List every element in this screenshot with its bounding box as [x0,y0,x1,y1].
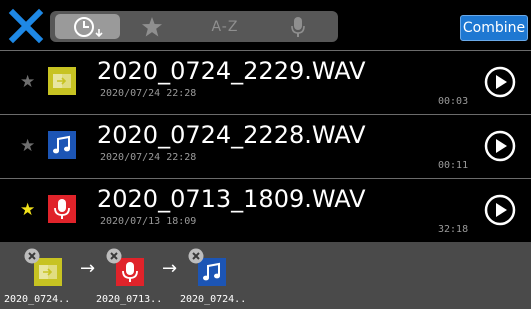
remove-icon[interactable] [24,248,40,264]
tray-item[interactable] [188,248,228,288]
tab-sort-by-date[interactable] [55,14,120,39]
file-row[interactable]: ★ 2020_0724_2229.WAV 2020/07/24 22:28 00… [0,50,531,114]
combine-tray: → → 2020_0724.. 2020_0713.. 2020_0724.. [0,242,531,309]
file-duration: 32:18 [438,224,469,235]
sort-tabs: A-Z [50,11,338,42]
file-duration: 00:03 [438,96,469,107]
combine-button-label: Combine [462,20,526,36]
tray-item-label: 2020_0713.. [96,294,163,305]
file-name: 2020_0724_2229.WAV [97,57,366,85]
star-icon [142,16,162,36]
tab-sort-recorder[interactable] [280,11,316,42]
tray-item-label: 2020_0724.. [4,294,71,305]
microphone-icon [48,195,76,223]
tray-item[interactable] [106,248,146,288]
favorite-star-icon[interactable]: ★ [20,202,35,219]
play-icon[interactable] [484,130,516,162]
file-date: 2020/07/24 22:28 [100,152,197,163]
tab-sort-az[interactable]: A-Z [200,11,250,42]
play-icon[interactable] [484,66,516,98]
arrow-right-icon: → [80,258,96,279]
file-duration: 00:11 [438,160,469,171]
file-row[interactable]: ★ 2020_0713_1809.WAV 2020/07/13 18:09 32… [0,178,531,242]
close-button[interactable] [8,8,44,44]
file-row[interactable]: ★ 2020_0724_2228.WAV 2020/07/24 22:28 00… [0,114,531,178]
microphone-icon [291,16,305,37]
favorite-star-icon[interactable]: ★ [20,138,35,155]
file-name: 2020_0713_1809.WAV [97,185,366,213]
play-icon[interactable] [484,194,516,226]
tray-item-label: 2020_0724.. [180,294,247,305]
combine-button[interactable]: Combine [460,15,528,41]
clock-sort-icon [73,16,103,37]
header: A-Z Combine [0,0,531,50]
tab-sort-az-label: A-Z [211,18,239,35]
close-icon [8,8,44,44]
remove-icon[interactable] [188,248,204,264]
remove-icon[interactable] [106,248,122,264]
arrow-right-icon: → [162,258,178,279]
file-date: 2020/07/24 22:28 [100,88,197,99]
tray-item[interactable] [24,248,64,288]
file-date: 2020/07/13 18:09 [100,216,197,227]
file-name: 2020_0724_2228.WAV [97,121,366,149]
tab-sort-favorites[interactable] [132,11,172,42]
favorite-star-icon[interactable]: ★ [20,74,35,91]
music-note-icon [48,131,76,159]
combined-file-icon [48,67,76,95]
